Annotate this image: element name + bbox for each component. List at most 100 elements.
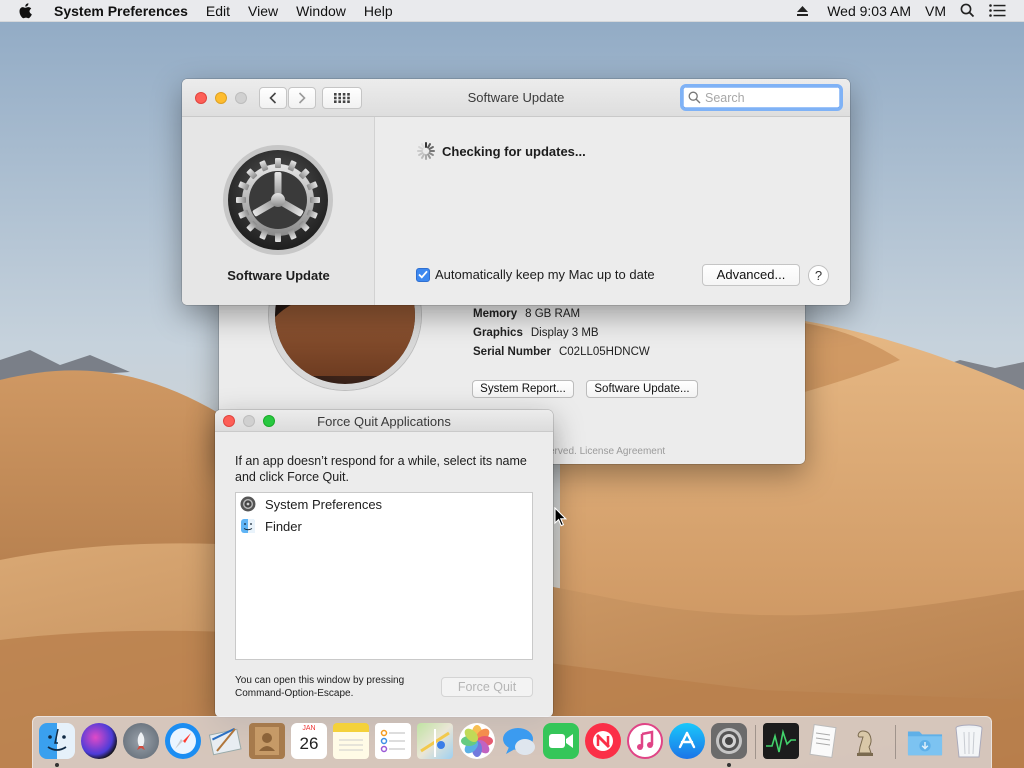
auto-update-checkbox[interactable] xyxy=(416,267,430,282)
spec-serial-number: Serial Number C02LL05HDNCW xyxy=(473,346,650,358)
search-placeholder: Search xyxy=(705,90,745,105)
dock-itunes[interactable] xyxy=(627,723,663,759)
downloads-folder-icon xyxy=(907,723,943,759)
dock-separator xyxy=(895,725,896,759)
safari-icon xyxy=(165,723,201,759)
app-store-icon xyxy=(669,723,705,759)
itunes-icon xyxy=(627,723,663,759)
dock-calendar[interactable]: JAN 26 xyxy=(291,723,327,759)
maps-icon xyxy=(417,723,453,759)
running-indicator xyxy=(55,763,59,767)
spec-graphics: Graphics Display 3 MB xyxy=(473,327,599,339)
shortcut-hint: You can open this window by pressing Com… xyxy=(235,675,405,699)
dock-messages[interactable] xyxy=(501,723,537,759)
dock-siri[interactable] xyxy=(81,723,117,759)
system-preferences-icon xyxy=(711,723,747,759)
pane-label: Software Update xyxy=(227,268,330,283)
dock-safari[interactable] xyxy=(165,723,201,759)
force-quit-description: If an app doesn’t respond for a while, s… xyxy=(235,454,527,484)
software-update-titlebar[interactable]: Software Update Search xyxy=(182,79,850,117)
dock-app-store[interactable] xyxy=(669,723,705,759)
dock-mail[interactable] xyxy=(207,723,243,759)
notes-icon xyxy=(333,723,369,759)
software-update-gear-icon xyxy=(223,145,333,255)
software-update-window: Software Update Search Software Update C… xyxy=(182,79,850,305)
app-list[interactable]: System Preferences Finder xyxy=(235,492,533,660)
facetime-icon xyxy=(543,723,579,759)
spec-memory: Memory 8 GB RAM xyxy=(473,308,581,320)
menu-edit[interactable]: Edit xyxy=(206,0,230,22)
spotlight-search-icon[interactable] xyxy=(960,3,975,18)
window-title: Force Quit Applications xyxy=(317,414,451,429)
advanced-button[interactable]: Advanced... xyxy=(702,264,800,286)
calendar-month: JAN xyxy=(302,725,316,732)
software-update-button[interactable]: Software Update... xyxy=(586,380,698,398)
auto-update-option[interactable]: Automatically keep my Mac up to date xyxy=(416,267,655,282)
menu-window[interactable]: Window xyxy=(296,0,346,22)
list-item[interactable]: System Preferences xyxy=(236,493,532,515)
help-button[interactable]: ? xyxy=(808,265,829,286)
menu-view[interactable]: View xyxy=(248,0,278,22)
dock-system-preferences[interactable] xyxy=(711,723,747,759)
search-field[interactable]: Search xyxy=(680,84,843,111)
dock-reminders[interactable] xyxy=(375,723,411,759)
list-item[interactable]: Finder xyxy=(236,515,532,537)
software-update-sidebar: Software Update xyxy=(182,117,375,305)
dock-contacts[interactable] xyxy=(249,723,285,759)
dock-news[interactable] xyxy=(585,723,621,759)
messages-icon xyxy=(501,723,537,759)
menubar-user[interactable]: VM xyxy=(925,3,946,19)
dock-facetime[interactable] xyxy=(543,723,579,759)
dock-finder[interactable] xyxy=(39,723,75,759)
status-text: Checking for updates... xyxy=(442,143,586,159)
spinner-icon xyxy=(417,142,435,160)
mouse-cursor-icon xyxy=(554,507,568,527)
trash-icon xyxy=(951,723,987,759)
system-report-button[interactable]: System Report... xyxy=(472,380,574,398)
launchpad-icon xyxy=(123,723,159,759)
contacts-icon xyxy=(249,723,285,759)
dock-launchpad[interactable] xyxy=(123,723,159,759)
force-quit-window: Force Quit Applications If an app doesn’… xyxy=(215,410,553,717)
reminders-icon xyxy=(375,723,411,759)
menubar-clock[interactable]: Wed 9:03 AM xyxy=(827,3,911,19)
force-quit-button[interactable]: Force Quit xyxy=(441,677,533,697)
chess-icon xyxy=(847,723,883,759)
license-footer: erved. License Agreement xyxy=(549,446,666,457)
dock: JAN 26 xyxy=(32,716,992,768)
menu-bar: System Preferences Edit View Window Help… xyxy=(0,0,1024,22)
system-preferences-icon xyxy=(240,496,256,512)
apple-menu-icon[interactable] xyxy=(18,2,40,20)
update-status: Checking for updates... xyxy=(416,141,586,161)
news-icon xyxy=(585,723,621,759)
checkmark-icon xyxy=(418,270,428,279)
calendar-icon: JAN 26 xyxy=(291,723,327,759)
dock-textedit[interactable] xyxy=(805,723,841,759)
calendar-day: 26 xyxy=(299,734,319,753)
dock-separator xyxy=(755,725,756,759)
force-quit-titlebar[interactable]: Force Quit Applications xyxy=(215,410,553,432)
dock-downloads[interactable] xyxy=(907,723,943,759)
mail-icon xyxy=(207,723,243,759)
notification-center-icon[interactable] xyxy=(989,4,1006,17)
menu-help[interactable]: Help xyxy=(364,0,393,22)
eject-icon[interactable] xyxy=(796,5,809,17)
finder-icon xyxy=(240,518,256,534)
dock-chess[interactable] xyxy=(847,723,883,759)
finder-icon xyxy=(39,723,75,759)
dock-photos[interactable] xyxy=(459,723,495,759)
siri-icon xyxy=(81,723,117,759)
menu-app-name[interactable]: System Preferences xyxy=(54,0,188,22)
dock-notes[interactable] xyxy=(333,723,369,759)
search-icon xyxy=(688,91,701,104)
running-indicator xyxy=(727,763,731,767)
app-name: Finder xyxy=(265,518,302,534)
auto-update-label[interactable]: Automatically keep my Mac up to date xyxy=(435,267,655,282)
app-name: System Preferences xyxy=(265,496,383,512)
photos-icon xyxy=(459,723,495,759)
activity-monitor-icon xyxy=(763,723,799,759)
dock-activity-monitor[interactable] xyxy=(763,723,799,759)
dock-trash[interactable] xyxy=(951,723,987,759)
dock-maps[interactable] xyxy=(417,723,453,759)
textedit-icon xyxy=(805,723,841,759)
